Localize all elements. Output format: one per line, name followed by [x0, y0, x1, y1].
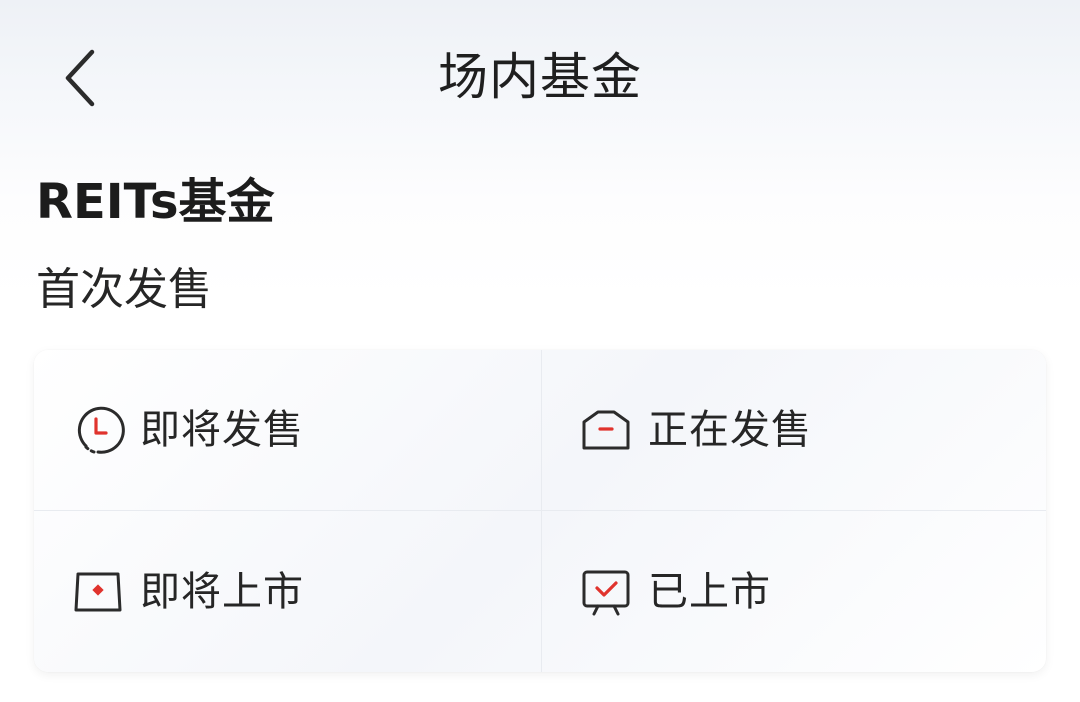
grid-item-label: 即将上市: [140, 568, 304, 615]
monitor-check-icon: [578, 564, 634, 620]
envelope-minus-icon: [578, 402, 634, 458]
grid-item-listed[interactable]: 已上市: [542, 511, 1046, 672]
clock-icon: [70, 402, 126, 458]
section-subtitle: 首次发售: [36, 264, 212, 315]
grid-item-label: 已上市: [648, 568, 771, 615]
fund-status-grid: 即将发售 正在发售 即将上市 已上市: [34, 350, 1046, 672]
tray-dot-icon: [70, 564, 126, 620]
grid-item-upcoming-listing[interactable]: 即将上市: [34, 511, 542, 672]
grid-item-on-sale[interactable]: 正在发售: [542, 350, 1046, 511]
page-title: 场内基金: [438, 48, 642, 106]
header-bar: 场内基金: [0, 0, 1080, 150]
section-title: REITs基金: [36, 174, 275, 230]
grid-item-label: 正在发售: [648, 407, 812, 453]
grid-item-label: 即将发售: [140, 407, 304, 453]
grid-item-upcoming-sale[interactable]: 即将发售: [34, 350, 542, 511]
